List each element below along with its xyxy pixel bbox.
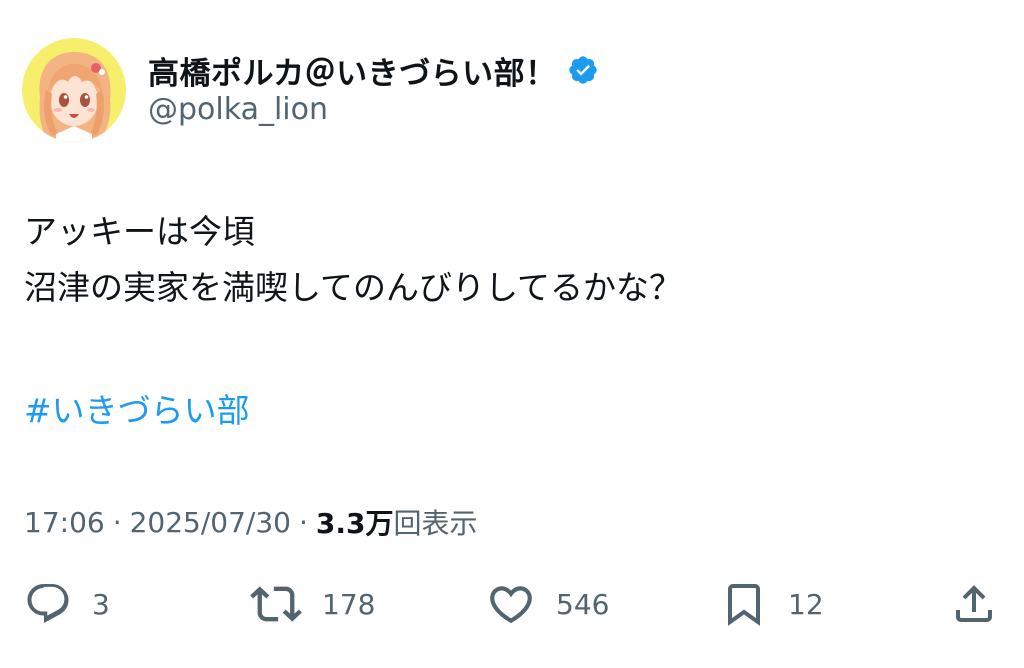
retweet-icon — [250, 586, 302, 622]
meta-separator: · — [299, 505, 308, 539]
like-button[interactable]: 546 — [486, 576, 609, 632]
views-count: 3.3万 — [315, 507, 394, 540]
reply-icon — [27, 584, 69, 623]
tweet-line: 沼津の実家を満喫してのんびりしてるかな？ — [24, 268, 683, 307]
action-bar: 3 178 546 12 — [0, 576, 1024, 632]
meta-separator: · — [112, 505, 122, 539]
user-handle[interactable]: @polka_lion — [148, 92, 328, 127]
like-count: 546 — [556, 587, 610, 621]
reply-button[interactable]: 3 — [24, 576, 110, 632]
avatar[interactable] — [22, 38, 126, 142]
tweet-time[interactable]: 17:06 — [24, 506, 105, 539]
heart-icon — [490, 586, 532, 624]
retweet-button[interactable]: 178 — [250, 576, 375, 632]
anime-girl-avatar-icon — [22, 38, 126, 142]
tweet-date[interactable]: 2025/07/30 — [130, 506, 291, 539]
tweet-text: アッキーは今頃 沼津の実家を満喫してのんびりしてるかな？ — [24, 204, 682, 316]
bookmark-button[interactable]: 12 — [720, 576, 824, 632]
retweet-count: 178 — [322, 587, 376, 621]
bookmark-count: 12 — [788, 587, 824, 621]
verified-badge-icon — [567, 54, 599, 86]
display-name-row: 高橋ポルカ＠いきづらい部！ — [148, 48, 599, 92]
reply-count: 3 — [92, 587, 110, 621]
share-button[interactable] — [950, 576, 998, 632]
tweet-line: アッキーは今頃 — [24, 212, 255, 251]
hashtag-link[interactable]: #いきづらい部 — [24, 386, 250, 436]
display-name[interactable]: 高橋ポルカ＠いきづらい部！ — [148, 48, 557, 93]
bookmark-icon — [728, 584, 760, 626]
tweet-meta: 17:06 · 2025/07/30 · 3.3万 回表示 — [24, 500, 478, 544]
tweet-card: 高橋ポルカ＠いきづらい部！ @polka_lion アッキーは今頃 沼津の実家を… — [0, 0, 1024, 668]
views-label: 回表示 — [393, 507, 478, 540]
share-icon — [956, 585, 992, 622]
